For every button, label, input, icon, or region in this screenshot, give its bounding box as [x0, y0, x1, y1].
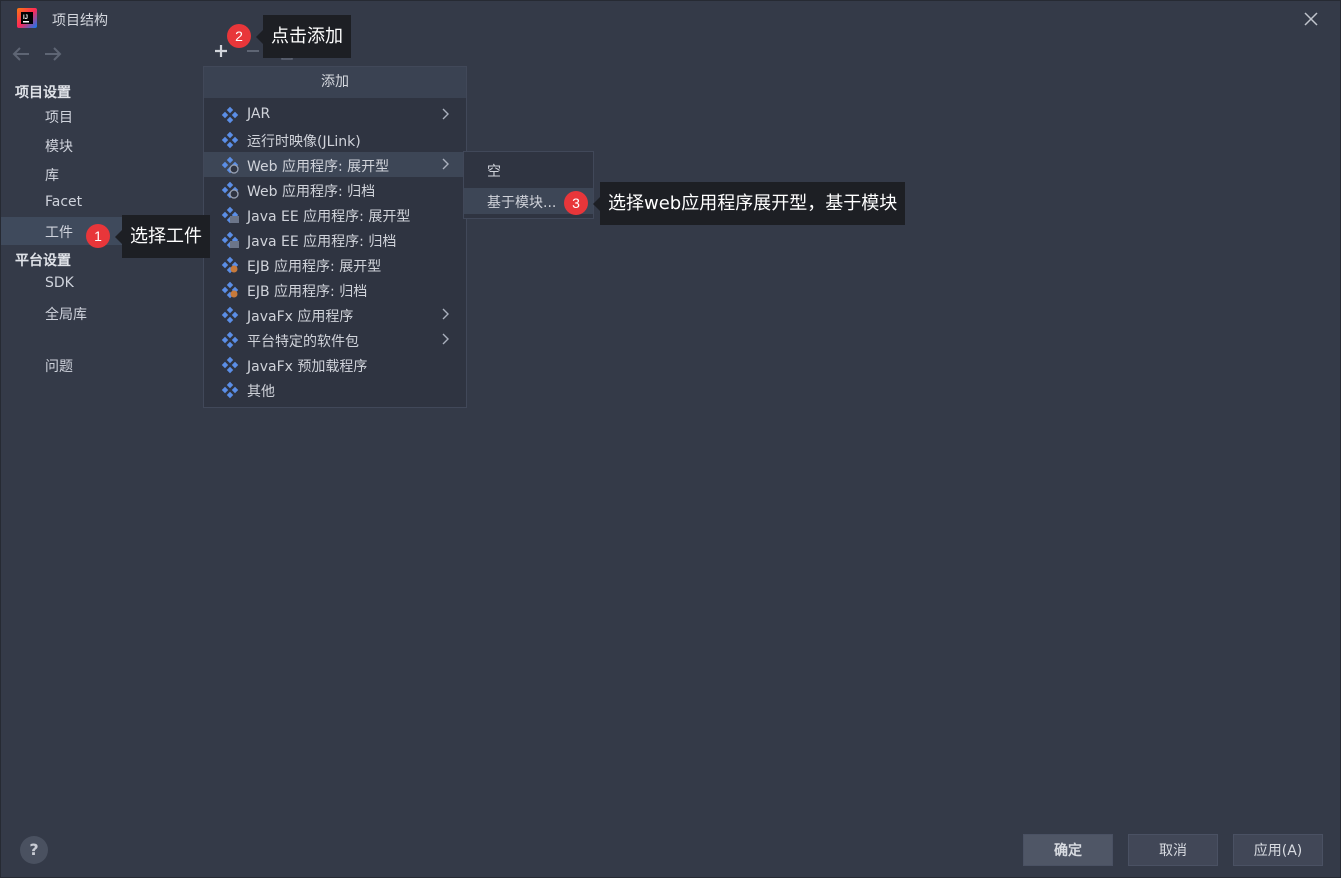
- add-menu-item[interactable]: Java EE 应用程序: 展开型: [204, 202, 466, 227]
- sidebar-header-project-settings: 项目设置: [15, 85, 71, 101]
- jlink-icon: [221, 131, 239, 149]
- sidebar-item-modules[interactable]: 模块: [45, 136, 73, 156]
- arrow-left-icon[interactable]: [10, 44, 32, 64]
- cancel-button[interactable]: 取消: [1128, 834, 1218, 866]
- step-badge-3: 3: [564, 191, 588, 215]
- add-popup-menu: 添加 JAR 运行时映像(JLink) Web 应用程序: 展开型 Web 应用程序:…: [203, 66, 467, 408]
- add-menu-item-label: Web 应用程序: 归档: [247, 184, 376, 200]
- add-menu-item[interactable]: 运行时映像(JLink): [204, 127, 466, 152]
- add-menu-header: 添加: [204, 67, 466, 98]
- submenu-item-label: 基于模块...: [487, 195, 557, 211]
- chevron-right-icon: [442, 308, 449, 320]
- javaee-icon: [221, 206, 239, 224]
- sidebar-item-artifacts[interactable]: 工件: [45, 222, 73, 242]
- chevron-right-icon: [442, 108, 449, 120]
- sidebar-item-libraries[interactable]: 库: [45, 165, 59, 185]
- project-structure-dialog: IJ 项目结构 项目设置 项目 模块 库 Facet 工件 平台设置 SDK 全…: [0, 0, 1341, 878]
- web-app-icon: [221, 181, 239, 199]
- submenu-item-label: 空: [487, 164, 501, 180]
- package-icon: [221, 331, 239, 349]
- sidebar-item-sdk[interactable]: SDK: [45, 275, 74, 291]
- sidebar-item-problems[interactable]: 问题: [45, 356, 73, 376]
- javafx-icon: [221, 306, 239, 324]
- add-menu-item-label: EJB 应用程序: 展开型: [247, 259, 382, 275]
- arrow-right-icon[interactable]: [42, 44, 64, 64]
- add-menu-item-label: JAR: [247, 106, 271, 122]
- callout-click-add: 点击添加: [256, 15, 351, 58]
- add-menu-item[interactable]: EJB 应用程序: 归档: [204, 277, 466, 302]
- window-title: 项目结构: [52, 13, 108, 29]
- web-app-icon: [221, 156, 239, 174]
- javafx-icon: [221, 356, 239, 374]
- add-menu-item[interactable]: Web 应用程序: 展开型: [204, 152, 466, 177]
- add-menu-item[interactable]: 其他: [204, 377, 466, 402]
- add-menu-item-label: EJB 应用程序: 归档: [247, 284, 368, 300]
- title-bar: IJ 项目结构: [1, 1, 1340, 37]
- add-menu-item-label: 运行时映像(JLink): [247, 134, 361, 150]
- sidebar-item-facets[interactable]: Facet: [45, 194, 82, 210]
- other-icon: [221, 381, 239, 399]
- add-menu-item-label: 其他: [247, 384, 275, 400]
- jar-icon: [221, 106, 239, 124]
- intellij-icon: IJ: [17, 8, 37, 28]
- add-menu-item[interactable]: 平台特定的软件包: [204, 327, 466, 352]
- add-menu-item[interactable]: Java EE 应用程序: 归档: [204, 227, 466, 252]
- step-badge-2: 2: [227, 24, 251, 48]
- chevron-right-icon: [442, 333, 449, 345]
- javaee-icon: [221, 231, 239, 249]
- add-menu-item-label: JavaFx 应用程序: [247, 309, 354, 325]
- add-menu-item-label: Java EE 应用程序: 归档: [247, 234, 397, 250]
- add-menu-item-label: 平台特定的软件包: [247, 334, 359, 350]
- add-menu-item[interactable]: JavaFx 应用程序: [204, 302, 466, 327]
- callout-select-artifact: 选择工件: [115, 215, 210, 258]
- add-menu-item[interactable]: JAR: [204, 102, 466, 127]
- add-menu-item[interactable]: Web 应用程序: 归档: [204, 177, 466, 202]
- sidebar-item-global-libraries[interactable]: 全局库: [45, 304, 87, 324]
- apply-button[interactable]: 应用(A): [1233, 834, 1323, 866]
- svg-text:IJ: IJ: [23, 15, 28, 21]
- ejb-icon: [221, 281, 239, 299]
- sidebar-item-project[interactable]: 项目: [45, 107, 73, 127]
- plus-icon[interactable]: [212, 41, 230, 61]
- sidebar-header-platform-settings: 平台设置: [15, 253, 71, 269]
- step-badge-1: 1: [86, 224, 110, 248]
- callout-select-web-app: 选择web应用程序展开型，基于模块: [592, 182, 906, 225]
- add-menu-item-label: JavaFx 预加载程序: [247, 359, 368, 375]
- ok-button[interactable]: 确定: [1023, 834, 1113, 866]
- submenu-item-empty[interactable]: 空: [464, 157, 593, 183]
- add-menu-item-label: Java EE 应用程序: 展开型: [247, 209, 411, 225]
- help-button[interactable]: ?: [20, 836, 48, 864]
- ejb-icon: [221, 256, 239, 274]
- close-icon[interactable]: [1302, 10, 1320, 28]
- add-menu-item[interactable]: EJB 应用程序: 展开型: [204, 252, 466, 277]
- chevron-right-icon: [442, 158, 449, 170]
- add-menu-item[interactable]: JavaFx 预加载程序: [204, 352, 466, 377]
- add-menu-item-label: Web 应用程序: 展开型: [247, 159, 390, 175]
